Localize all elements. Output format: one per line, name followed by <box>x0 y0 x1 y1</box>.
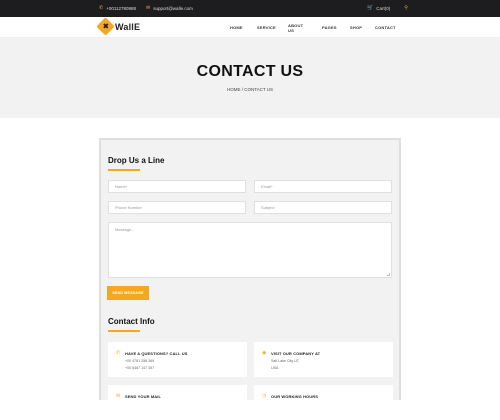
cart-label: Cart(0) <box>376 6 391 11</box>
visit-us-line-2: USA <box>271 366 279 370</box>
form-title-underline <box>108 169 140 171</box>
visit-us-title: VISIT OUR COMPANY AT <box>271 351 321 356</box>
topbar-email[interactable]: ✉ support@walle.com <box>146 5 193 12</box>
topbar-phone[interactable]: ✆ +00112780988 <box>99 5 137 12</box>
mail-icon: ✉ <box>116 393 121 399</box>
email-field[interactable]: Email* <box>254 180 392 193</box>
send-message-button[interactable]: SEND MESSAGE <box>107 286 149 300</box>
location-pin-icon: ◉ <box>262 350 267 356</box>
mail-icon: ✉ <box>146 5 151 11</box>
nav-contact[interactable]: CONTACT <box>375 25 396 30</box>
nav-service[interactable]: SERVICE <box>257 25 276 30</box>
send-mail-box: ✉ SEND YOUR MAIL <box>108 385 247 420</box>
form-title: Drop Us a Line <box>108 156 165 165</box>
subject-field[interactable]: Subject <box>254 201 392 214</box>
nav-pages[interactable]: PAGES <box>322 25 337 30</box>
main-header: ✖ WallE HOME SERVICE ABOUT US PAGES SHOP… <box>0 17 500 38</box>
phone-icon: ✆ <box>116 350 121 356</box>
topbar-email-text: support@walle.com <box>153 6 193 11</box>
call-us-box: ✆ HAVE A QUESTIONS? CALL US +00 4781 258… <box>108 342 247 377</box>
topbar-phone-text: +00112780988 <box>106 6 137 11</box>
send-mail-title: SEND YOUR MAIL <box>125 394 161 399</box>
top-bar: ✆ +00112780988 ✉ support@walle.com 🛒 Car… <box>0 0 500 17</box>
call-us-line-2[interactable]: +00 5487 147 357 <box>125 366 154 370</box>
name-field[interactable]: Name* <box>108 180 246 193</box>
contact-info-underline <box>108 330 140 332</box>
cart-icon: 🛒 <box>367 5 374 11</box>
logo-mark-icon: ✖ <box>96 17 115 36</box>
logo[interactable]: ✖ WallE <box>96 17 141 36</box>
breadcrumb[interactable]: HOME / CONTACT US <box>0 87 500 92</box>
message-textarea[interactable]: Message... <box>108 222 392 278</box>
call-us-line-1[interactable]: +00 4781 258 369 <box>125 359 154 363</box>
nav-home[interactable]: HOME <box>230 25 243 30</box>
phone-icon: ✆ <box>99 5 104 11</box>
contact-card: Drop Us a Line Name* Email* Phone Number… <box>99 138 401 420</box>
resize-handle-icon[interactable] <box>387 273 390 276</box>
search-icon[interactable]: ⚲ <box>404 6 408 11</box>
page-title: CONTACT US <box>196 63 304 80</box>
visit-us-box: ◉ VISIT OUR COMPANY AT Salt Lake City UT… <box>254 342 393 377</box>
contact-info-title: Contact Info <box>108 317 155 326</box>
nav-about-us[interactable]: ABOUT US <box>288 23 303 33</box>
message-placeholder: Message... <box>115 227 135 232</box>
call-us-title: HAVE A QUESTIONS? CALL US <box>125 351 188 356</box>
working-hours-title: OUR WORKING HOURS <box>271 394 319 399</box>
working-hours-box: ◷ OUR WORKING HOURS <box>254 385 393 420</box>
cart-link[interactable]: 🛒 Cart(0) <box>367 5 391 12</box>
nav-shop[interactable]: SHOP <box>350 25 362 30</box>
visit-us-line-1: Salt Lake City UT, <box>271 359 300 363</box>
phone-field[interactable]: Phone Number <box>108 201 246 214</box>
logo-text: WallE <box>115 21 141 32</box>
clock-icon: ◷ <box>262 393 267 399</box>
page-hero: CONTACT US HOME / CONTACT US <box>0 38 500 118</box>
